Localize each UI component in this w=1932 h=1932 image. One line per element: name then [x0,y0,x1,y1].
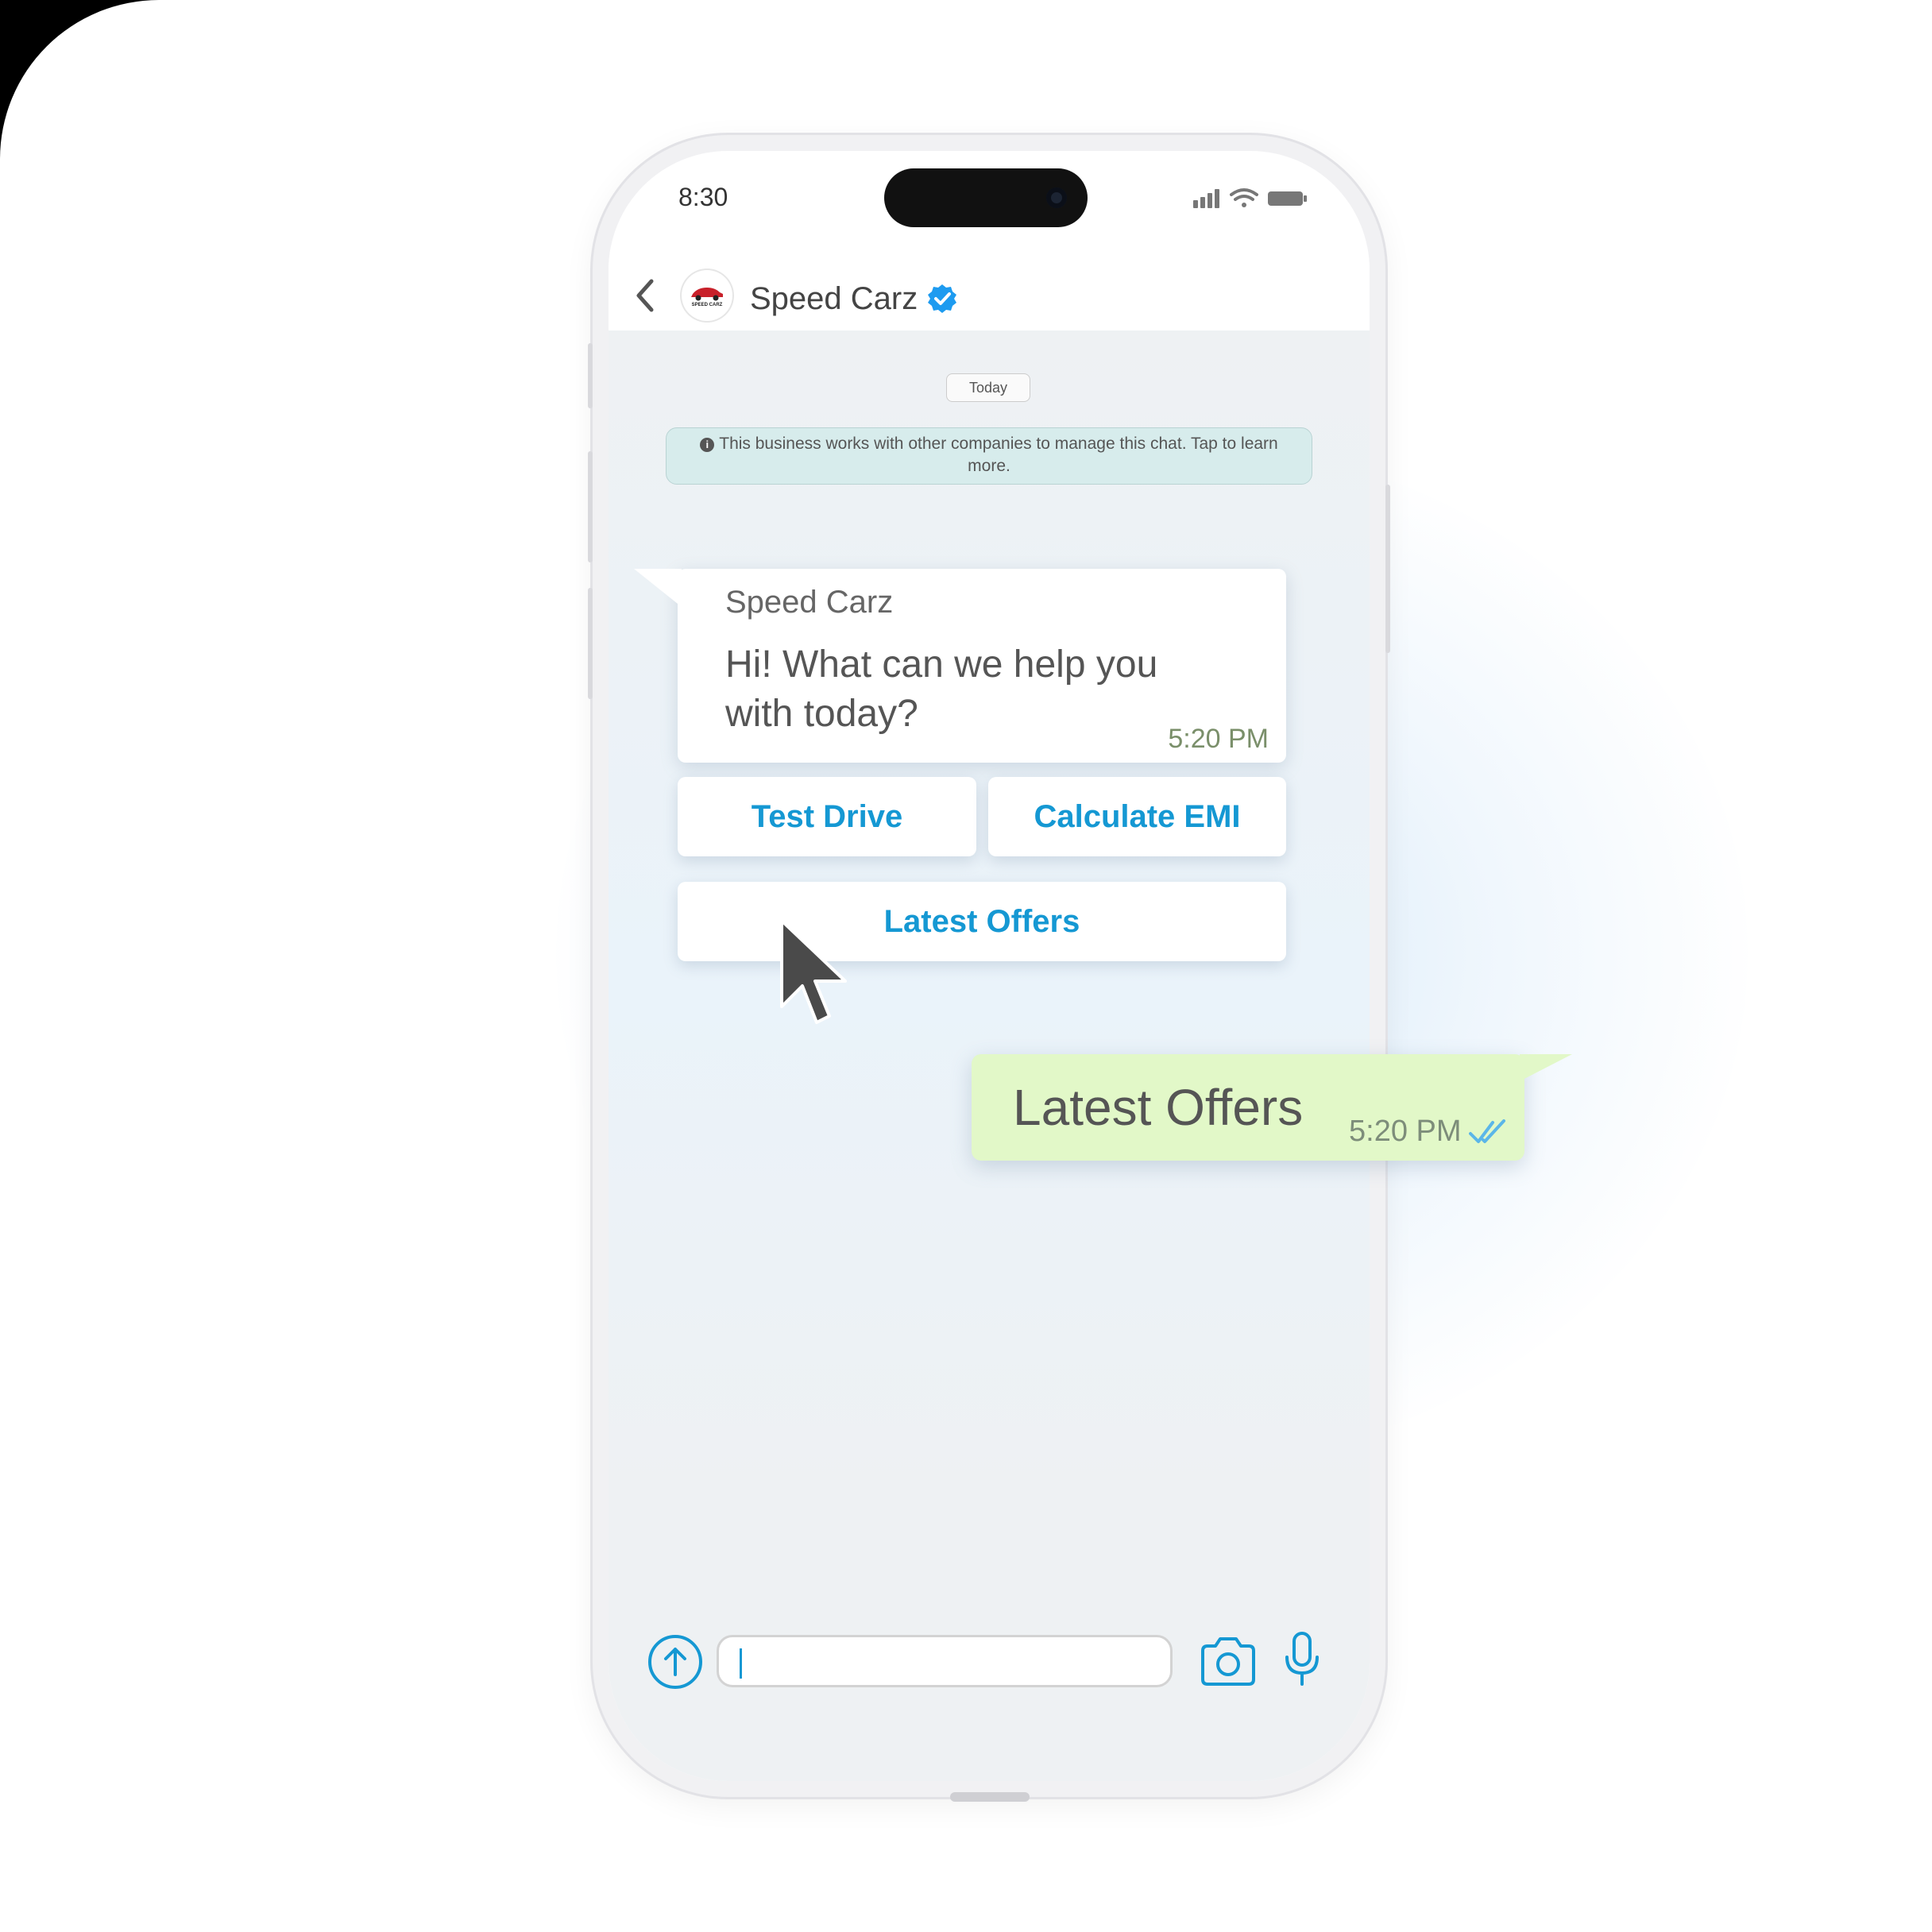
date-divider: Today [946,373,1030,402]
latest-offers-button[interactable]: Latest Offers [678,882,1286,961]
test-drive-button[interactable]: Test Drive [678,777,976,856]
text-caret [740,1648,742,1679]
phone-frame: 8:30 SPEED CARZ Speed Carz Today i This … [588,135,1390,1802]
battery-icon [1268,191,1307,206]
business-notice[interactable]: i This business works with other companie… [666,427,1312,485]
mic-icon[interactable] [1282,1630,1322,1689]
svg-text:SPEED CARZ: SPEED CARZ [692,303,723,307]
home-indicator [950,1792,1030,1802]
incoming-message-text: Hi! What can we help you with today? [725,643,1158,735]
status-time: 8:30 [678,183,728,211]
bubble-tail [1520,1054,1572,1081]
side-button-power [1385,485,1390,653]
status-icons [1193,188,1307,208]
outgoing-message-time: 5:20 PM [1349,1115,1462,1148]
avatar[interactable]: SPEED CARZ [682,270,732,321]
info-icon: i [700,438,715,452]
speed-carz-logo-icon: SPEED CARZ [691,288,723,307]
business-notice-text: This business works with other companies… [719,435,1278,475]
verified-icon [928,284,956,313]
camera-icon[interactable] [1198,1635,1258,1687]
dynamic-island [884,168,1088,227]
attach-plus-icon[interactable] [647,1633,704,1690]
signal-icon [1193,189,1219,208]
outgoing-message-text: Latest Offers [1013,1079,1304,1136]
contact-name[interactable]: Speed Carz [750,281,918,317]
side-button-mute [588,343,593,408]
back-icon[interactable] [632,278,658,313]
side-button-volume-down [588,588,593,699]
phone-screen: 8:30 SPEED CARZ Speed Carz Today i This … [609,151,1370,1781]
message-input[interactable] [717,1635,1173,1687]
cursor-icon [780,919,847,1024]
calculate-emi-button[interactable]: Calculate EMI [988,777,1286,856]
incoming-message-time: 5:20 PM [1168,724,1269,754]
incoming-message-bubble: Speed Carz Hi! What can we help you with… [634,569,1286,763]
wifi-icon [1230,188,1258,207]
front-camera [1046,187,1067,208]
background-canvas: 8:30 SPEED CARZ Speed Carz Today i This … [0,0,1932,1932]
read-ticks-icon [1469,1119,1505,1143]
chat-header: SPEED CARZ Speed Carz [609,246,1370,330]
bubble-tail [634,569,682,607]
outgoing-message-bubble: Latest Offers 5:20 PM [972,1054,1572,1161]
sender-name: Speed Carz [725,585,894,620]
message-input-bar [609,1603,1370,1698]
side-button-volume-up [588,451,593,562]
